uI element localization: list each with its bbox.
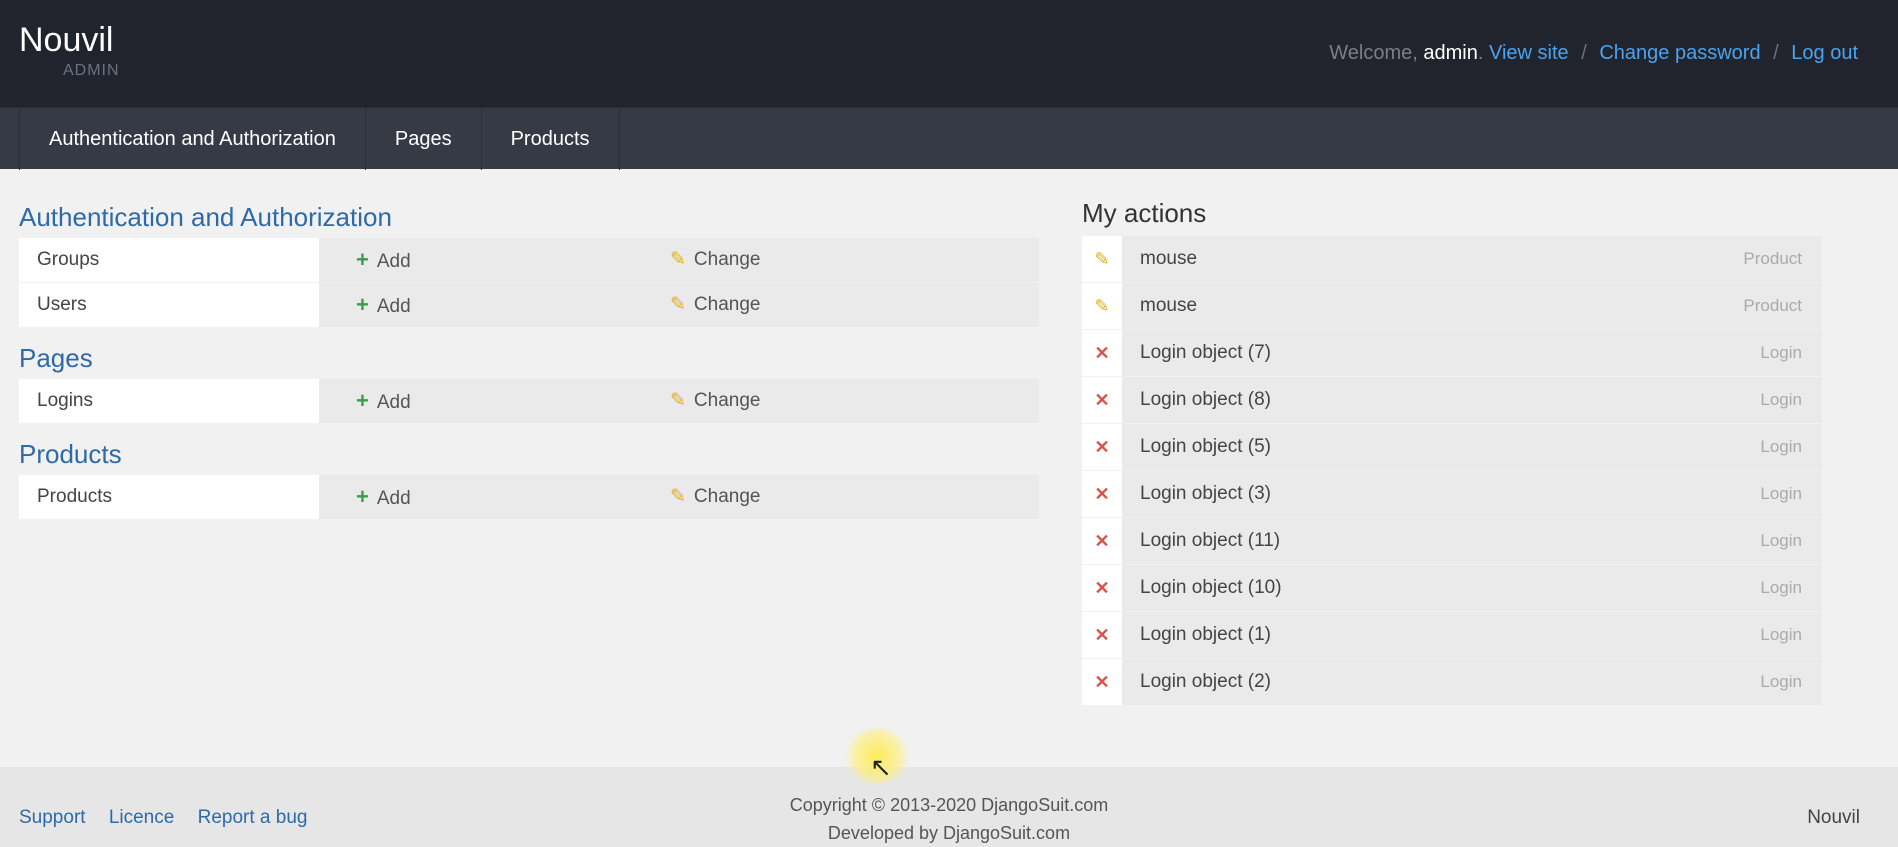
change-password-link[interactable]: Change password — [1599, 42, 1760, 64]
action-type: Login — [1760, 437, 1802, 456]
add-link[interactable]: + Add — [356, 475, 411, 521]
mouse-cursor-icon: ↖ — [870, 752, 892, 782]
action-item: ✕ Login object (11) Login — [1082, 518, 1822, 564]
section-title[interactable]: Products — [19, 437, 1039, 471]
change-link[interactable]: ✎ Change — [670, 379, 760, 423]
change-link[interactable]: ✎ Change — [670, 238, 760, 282]
add-link[interactable]: + Add — [356, 283, 411, 329]
action-item: ✕ Login object (10) Login — [1082, 565, 1822, 611]
add-link[interactable]: + Add — [356, 238, 411, 284]
logout-link[interactable]: Log out — [1791, 42, 1858, 64]
action-label: Login object (1) — [1140, 624, 1271, 645]
plus-icon: + — [356, 484, 369, 509]
app-section-pages: Pages Logins + Add ✎ Change — [19, 341, 1039, 423]
plus-icon: + — [356, 388, 369, 413]
action-type: Login — [1760, 390, 1802, 409]
model-link-users[interactable]: Users — [19, 283, 319, 327]
recent-actions: My actions ✎ mouse Product ✎ mouse Product ✕… — [1082, 196, 1822, 706]
action-link[interactable]: mouse — [1140, 236, 1197, 282]
action-item: ✕ Login object (8) Login — [1082, 377, 1822, 423]
brand-subtitle: ADMIN — [63, 62, 120, 79]
footer: Support Licence Report a bug Copyright ©… — [0, 767, 1898, 847]
nav-tab-products[interactable]: Products — [482, 108, 620, 170]
brand-name[interactable]: Nouvil — [19, 20, 113, 60]
x-icon: ✕ — [1082, 424, 1122, 470]
app-section-auth: Authentication and Authorization Groups … — [19, 200, 1039, 327]
action-item: ✎ mouse Product — [1082, 283, 1822, 329]
section-title[interactable]: Pages — [19, 341, 1039, 375]
change-link[interactable]: ✎ Change — [670, 283, 760, 327]
action-item: ✕ Login object (2) Login — [1082, 659, 1822, 705]
action-link[interactable]: mouse — [1140, 283, 1197, 329]
action-type: Login — [1760, 672, 1802, 691]
action-label: Login object (10) — [1140, 577, 1282, 598]
copyright-text: Copyright © 2013-2020 DjangoSuit.com — [789, 795, 1109, 815]
separator: / — [1773, 42, 1779, 64]
action-type: Login — [1760, 343, 1802, 362]
main-nav: Authentication and Authorization Pages P… — [0, 107, 1898, 170]
developed-by-text[interactable]: Developed by DjangoSuit.com — [0, 819, 1898, 847]
pencil-icon: ✎ — [670, 294, 686, 315]
action-type: Login — [1760, 578, 1802, 597]
nav-tab-pages[interactable]: Pages — [366, 108, 482, 170]
model-row: Groups + Add ✎ Change — [19, 238, 1039, 282]
header: Nouvil ADMIN Welcome, admin. View site /… — [0, 0, 1898, 107]
user-tools: Welcome, admin. View site / Change passw… — [1329, 42, 1858, 64]
action-type: Login — [1760, 484, 1802, 503]
x-icon: ✕ — [1082, 330, 1122, 376]
x-icon: ✕ — [1082, 565, 1122, 611]
plus-icon: + — [356, 247, 369, 272]
x-icon: ✕ — [1082, 377, 1122, 423]
view-site-link[interactable]: View site — [1489, 42, 1569, 64]
action-item: ✕ Login object (3) Login — [1082, 471, 1822, 517]
pencil-icon: ✎ — [1082, 283, 1122, 329]
footer-brand: Nouvil — [1807, 807, 1860, 828]
app-section-products: Products Products + Add ✎ Change — [19, 437, 1039, 519]
x-icon: ✕ — [1082, 612, 1122, 658]
action-label: Login object (5) — [1140, 436, 1271, 457]
app-list: Authentication and Authorization Groups … — [19, 200, 1039, 533]
model-row: Users + Add ✎ Change — [19, 283, 1039, 327]
pencil-icon: ✎ — [670, 249, 686, 270]
pencil-icon: ✎ — [670, 486, 686, 507]
actions-title: My actions — [1082, 198, 1207, 228]
nav-tabs: Authentication and Authorization Pages P… — [19, 108, 620, 170]
plus-icon: + — [356, 292, 369, 317]
model-link-products[interactable]: Products — [19, 475, 319, 519]
x-icon: ✕ — [1082, 659, 1122, 705]
action-item: ✕ Login object (5) Login — [1082, 424, 1822, 470]
action-type: Login — [1760, 531, 1802, 550]
action-type: Product — [1743, 296, 1802, 315]
separator: / — [1581, 42, 1587, 64]
action-label: Login object (3) — [1140, 483, 1271, 504]
model-row: Logins + Add ✎ Change — [19, 379, 1039, 423]
action-type: Product — [1743, 249, 1802, 268]
model-row: Products + Add ✎ Change — [19, 475, 1039, 519]
action-item: ✕ Login object (7) Login — [1082, 330, 1822, 376]
brand[interactable]: Nouvil ADMIN — [19, 20, 119, 79]
action-item: ✕ Login object (1) Login — [1082, 612, 1822, 658]
section-title[interactable]: Authentication and Authorization — [19, 200, 1039, 234]
model-link-logins[interactable]: Logins — [19, 379, 319, 423]
welcome-text: Welcome, — [1329, 42, 1418, 64]
action-type: Login — [1760, 625, 1802, 644]
change-link[interactable]: ✎ Change — [670, 475, 760, 519]
action-label: Login object (7) — [1140, 342, 1271, 363]
action-label: Login object (8) — [1140, 389, 1271, 410]
x-icon: ✕ — [1082, 518, 1122, 564]
pencil-icon: ✎ — [1082, 236, 1122, 282]
username: admin — [1423, 42, 1478, 64]
pencil-icon: ✎ — [670, 390, 686, 411]
action-item: ✎ mouse Product — [1082, 236, 1822, 282]
add-link[interactable]: + Add — [356, 379, 411, 425]
action-label: Login object (11) — [1140, 530, 1281, 551]
x-icon: ✕ — [1082, 471, 1122, 517]
footer-copyright: Copyright © 2013-2020 DjangoSuit.com Dev… — [0, 791, 1898, 847]
nav-tab-auth[interactable]: Authentication and Authorization — [20, 108, 366, 170]
model-link-groups[interactable]: Groups — [19, 238, 319, 282]
action-label: Login object (2) — [1140, 671, 1271, 692]
